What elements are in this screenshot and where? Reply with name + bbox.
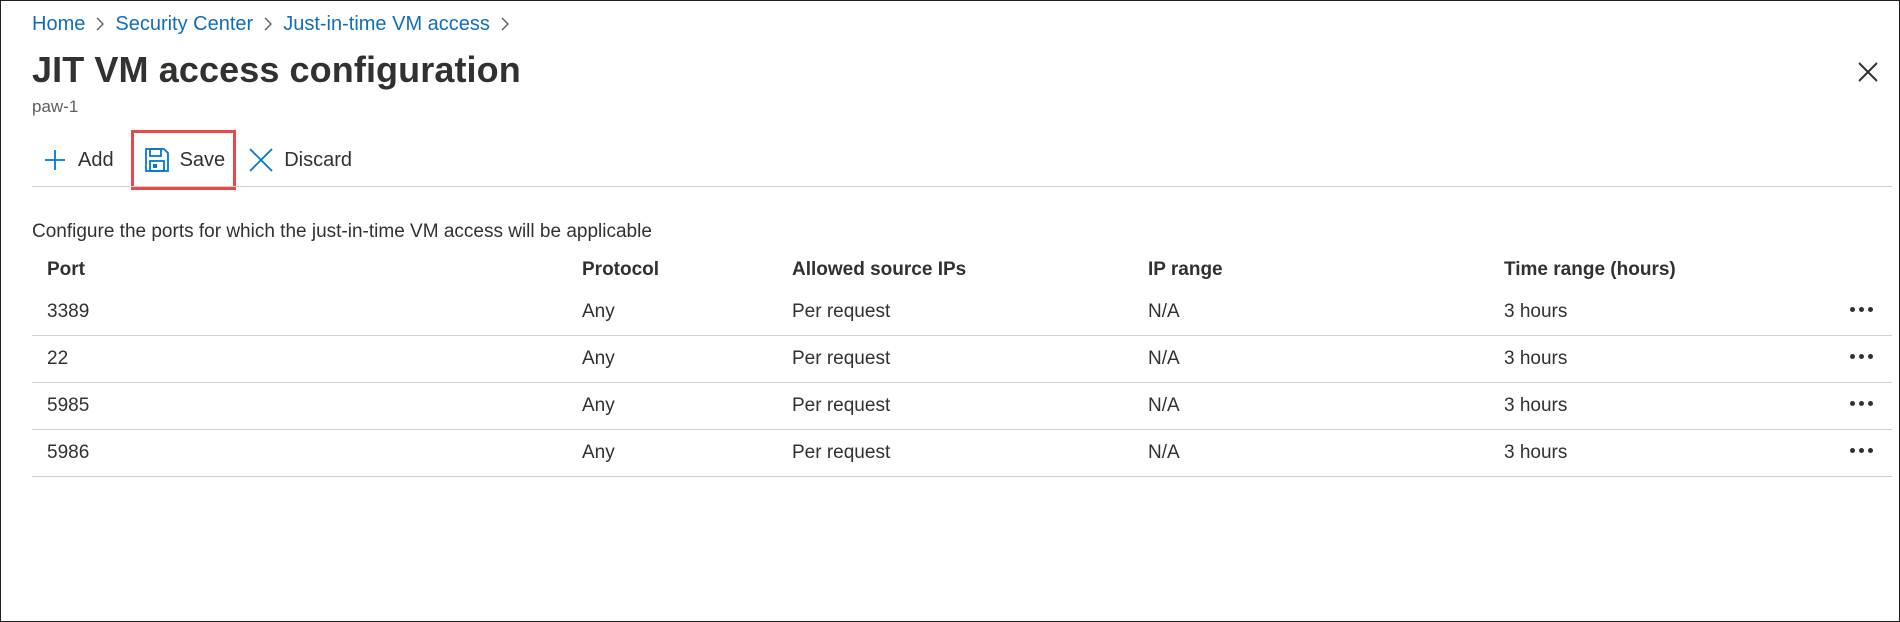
row-more-button[interactable] xyxy=(1846,336,1876,382)
row-more-button[interactable] xyxy=(1846,430,1876,476)
cell-port: 5986 xyxy=(47,442,90,463)
table-row[interactable]: 3389 Any Per request N/A 3 hours xyxy=(32,289,1892,336)
cell-protocol: Any xyxy=(582,442,615,463)
cell-protocol: Any xyxy=(582,348,615,369)
cell-port: 3389 xyxy=(47,301,90,322)
row-more-button[interactable] xyxy=(1846,289,1876,335)
breadcrumb-security-center[interactable]: Security Center xyxy=(115,13,253,36)
breadcrumb-home[interactable]: Home xyxy=(32,13,85,36)
close-icon xyxy=(1857,61,1879,83)
cell-port: 22 xyxy=(47,348,69,369)
cell-ip-range: N/A xyxy=(1148,301,1180,322)
cell-ip-range: N/A xyxy=(1148,395,1180,416)
cell-protocol: Any xyxy=(582,301,615,322)
table-row[interactable]: 5986 Any Per request N/A 3 hours xyxy=(32,430,1892,477)
more-options-icon xyxy=(1849,447,1873,453)
column-header-allowed-source-ips[interactable]: Allowed source IPs xyxy=(792,251,966,289)
cell-allowed-source-ips: Per request xyxy=(792,442,891,463)
cell-time-range: 3 hours xyxy=(1504,442,1568,463)
more-options-icon xyxy=(1849,306,1873,312)
column-header-ip-range[interactable]: IP range xyxy=(1148,251,1223,289)
cell-allowed-source-ips: Per request xyxy=(792,395,891,416)
page-title: JIT VM access configuration xyxy=(32,49,521,90)
column-header-protocol[interactable]: Protocol xyxy=(582,251,659,289)
row-more-button[interactable] xyxy=(1846,383,1876,429)
cell-protocol: Any xyxy=(582,395,615,416)
command-bar: Add Save Discard xyxy=(32,130,362,190)
cell-time-range: 3 hours xyxy=(1504,301,1568,322)
cell-ip-range: N/A xyxy=(1148,348,1180,369)
breadcrumb-jit-vm-access[interactable]: Just-in-time VM access xyxy=(283,13,490,36)
page-subtitle: paw-1 xyxy=(32,97,79,116)
table-row[interactable]: 22 Any Per request N/A 3 hours xyxy=(32,336,1892,383)
table-row[interactable]: 5985 Any Per request N/A 3 hours xyxy=(32,383,1892,430)
breadcrumb: Home Security Center Just-in-time VM acc… xyxy=(32,11,520,37)
plus-icon xyxy=(42,147,68,173)
cell-port: 5985 xyxy=(47,395,90,416)
cell-ip-range: N/A xyxy=(1148,442,1180,463)
chevron-right-icon xyxy=(85,17,115,31)
cell-time-range: 3 hours xyxy=(1504,348,1568,369)
column-header-port[interactable]: Port xyxy=(47,251,85,289)
cell-time-range: 3 hours xyxy=(1504,395,1568,416)
close-button[interactable] xyxy=(1855,59,1881,85)
column-header-time-range[interactable]: Time range (hours) xyxy=(1504,251,1676,289)
cell-allowed-source-ips: Per request xyxy=(792,301,891,322)
table-description: Configure the ports for which the just-i… xyxy=(32,221,652,242)
more-options-icon xyxy=(1849,400,1873,406)
add-button[interactable]: Add xyxy=(32,139,124,181)
discard-button[interactable]: Discard xyxy=(236,139,362,181)
blade-panel: Home Security Center Just-in-time VM acc… xyxy=(0,0,1900,622)
divider xyxy=(32,186,1892,187)
ports-table: Port Protocol Allowed source IPs IP rang… xyxy=(32,251,1892,477)
chevron-right-icon xyxy=(253,17,283,31)
save-icon xyxy=(144,147,170,173)
table-header: Port Protocol Allowed source IPs IP rang… xyxy=(32,251,1892,289)
cell-allowed-source-ips: Per request xyxy=(792,348,891,369)
discard-icon xyxy=(248,147,274,173)
chevron-right-icon xyxy=(490,17,520,31)
more-options-icon xyxy=(1849,353,1873,359)
save-button[interactable]: Save xyxy=(130,130,237,190)
discard-label: Discard xyxy=(284,148,352,171)
add-label: Add xyxy=(78,148,114,171)
save-label: Save xyxy=(179,148,226,171)
